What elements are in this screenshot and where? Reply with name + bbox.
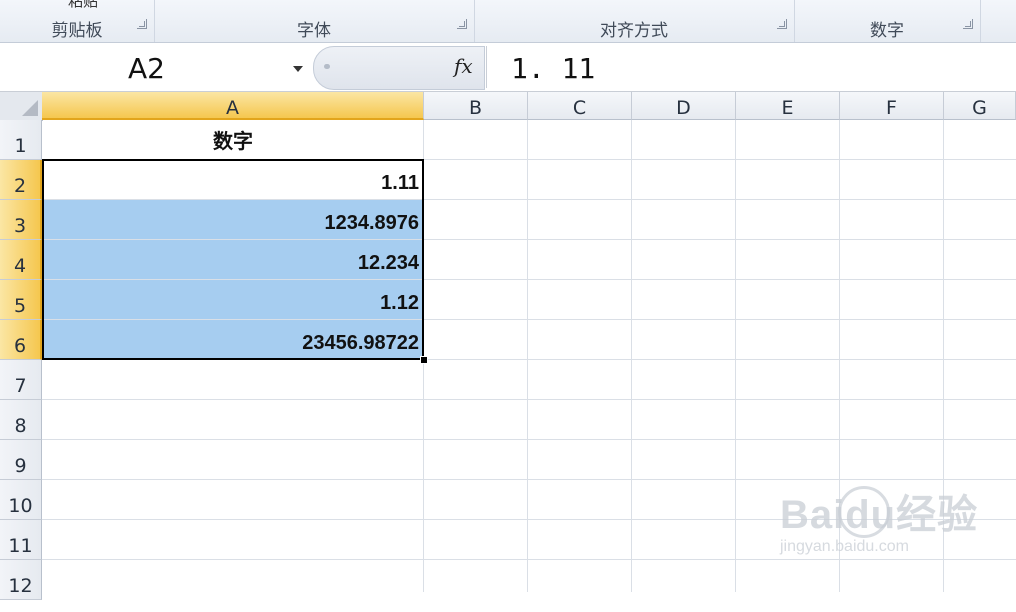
row-header-8[interactable]: 8: [0, 400, 42, 440]
row-header-1[interactable]: 1: [0, 120, 42, 160]
gridline: [735, 120, 736, 592]
ribbon-group-alignment: 对齐方式: [474, 0, 795, 42]
formula-input-value: 1. 11: [511, 52, 596, 85]
cell-a5[interactable]: 1.12: [43, 280, 423, 319]
cell-a2[interactable]: 1.11: [43, 160, 423, 199]
column-header-a[interactable]: A: [42, 92, 424, 120]
ribbon-group-label: 数字: [870, 21, 904, 41]
ribbon: 粘贴 剪贴板 字体 对齐方式 数字: [0, 0, 1016, 43]
row-header-6[interactable]: 6: [0, 320, 42, 360]
dialog-launcher-icon[interactable]: [963, 19, 973, 29]
dialog-launcher-icon[interactable]: [457, 19, 467, 29]
select-all-button[interactable]: [0, 92, 43, 121]
row-header-7[interactable]: 7: [0, 360, 42, 400]
gridline: [42, 439, 1016, 440]
splitter-handle[interactable]: [324, 64, 330, 69]
column-header-g[interactable]: G: [944, 92, 1016, 120]
row-header-3[interactable]: 3: [0, 200, 42, 240]
watermark: Baidu经验 jingyan.baidu.com: [780, 482, 978, 556]
dialog-launcher-icon[interactable]: [137, 19, 147, 29]
cell-a3[interactable]: 1234.8976: [43, 200, 423, 239]
gridline: [527, 120, 528, 592]
cell-a1[interactable]: 数字: [43, 120, 423, 159]
dialog-launcher-icon[interactable]: [777, 19, 787, 29]
formula-input[interactable]: 1. 11: [486, 46, 1016, 88]
formula-tools: fx: [313, 46, 485, 90]
gridline: [42, 399, 1016, 400]
row-header-4[interactable]: 4: [0, 240, 42, 280]
name-box[interactable]: A2: [2, 46, 310, 88]
gridline: [42, 359, 1016, 360]
column-header-d[interactable]: D: [632, 92, 736, 120]
cell-a4[interactable]: 12.234: [43, 240, 423, 279]
ribbon-group-label: 剪贴板: [51, 21, 103, 41]
gridline: [42, 559, 1016, 560]
chevron-down-icon[interactable]: [293, 66, 303, 72]
ribbon-group-label: 字体: [297, 21, 331, 41]
row-header-11[interactable]: 11: [0, 520, 42, 560]
formula-bar: A2 fx 1. 11: [0, 43, 1016, 92]
ribbon-group-font: 字体: [154, 0, 475, 42]
name-box-value: A2: [128, 52, 165, 85]
ribbon-group-label: 对齐方式: [600, 21, 668, 41]
row-header-12[interactable]: 12: [0, 560, 42, 600]
row-header-5[interactable]: 5: [0, 280, 42, 320]
watermark-brand: Baidu经验: [780, 493, 979, 537]
row-header-2[interactable]: 2: [0, 160, 42, 200]
watermark-url: jingyan.baidu.com: [780, 538, 909, 555]
column-header-b[interactable]: B: [424, 92, 528, 120]
gridline: [42, 479, 1016, 480]
row-header-10[interactable]: 10: [0, 480, 42, 520]
ribbon-group-number: 数字: [794, 0, 981, 42]
fill-handle[interactable]: [420, 356, 428, 364]
column-header-f[interactable]: F: [840, 92, 944, 120]
row-header-9[interactable]: 9: [0, 440, 42, 480]
column-header-c[interactable]: C: [528, 92, 632, 120]
gridline: [631, 120, 632, 592]
column-header-e[interactable]: E: [736, 92, 840, 120]
cell-a6[interactable]: 23456.98722: [43, 320, 423, 359]
ribbon-group-clipboard: 剪贴板: [0, 0, 155, 42]
insert-function-icon[interactable]: fx: [454, 54, 473, 78]
